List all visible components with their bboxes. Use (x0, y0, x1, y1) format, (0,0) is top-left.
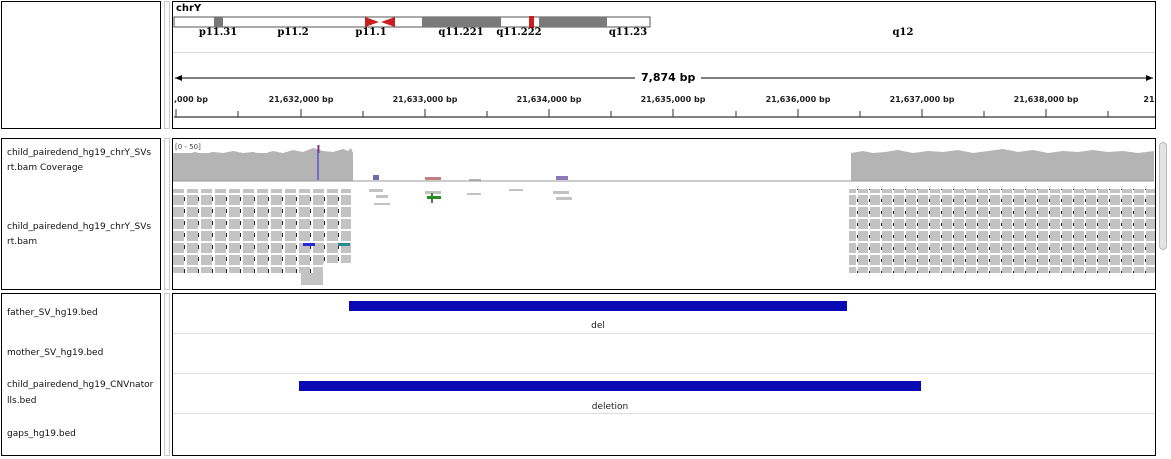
band-label: p11.31 (198, 27, 238, 38)
header-name-panel (1, 1, 161, 129)
header-gutter (164, 1, 170, 129)
feature-track-name[interactable]: gaps_hg19.bed (7, 428, 76, 441)
alignment-name-panel: child_pairedend_hg19_chrY_SVs rt.bam Cov… (1, 138, 161, 290)
ruler-tick-label: 21,634,000 bp (516, 95, 582, 104)
ruler-tick-label: 21,635,000 bp (640, 95, 706, 104)
ruler-tick-label: 21,633,000 bp (392, 95, 458, 104)
alignment-track-name-line2[interactable]: rt.bam (7, 236, 37, 249)
band-label: p11.2 (277, 27, 309, 38)
ruler-tick-label: 21,638,000 bp (1013, 95, 1079, 104)
header-data-panel[interactable]: chrY p11.31 p11.2 p11.1 q11.221 q11.222 … (172, 1, 1156, 129)
father-sv-feature-label: del (591, 321, 605, 331)
ruler-tick-label: 21,636,000 bp (765, 95, 831, 104)
feature-track-name[interactable]: mother_SV_hg19.bed (7, 347, 103, 360)
ruler-tick-label: 21 (1143, 95, 1155, 104)
ruler-tick-label: 21,637,000 bp (889, 95, 955, 104)
ruler-tick-label: 21,632,000 bp (268, 95, 334, 104)
feature-track-name-line2[interactable]: lls.bed (7, 395, 37, 408)
cnvnator-feature[interactable] (299, 381, 921, 391)
feature-name-panel: father_SV_hg19.bed mother_SV_hg19.bed ch… (1, 293, 161, 456)
span-label: 7,874 bp (635, 71, 702, 84)
feature-row-divider (173, 413, 1155, 414)
feature-row-divider (173, 373, 1155, 374)
father-sv-feature[interactable] (349, 301, 847, 311)
chromosome-ideogram[interactable] (173, 16, 1156, 30)
band-label: q11.222 (496, 27, 542, 38)
cnvnator-feature-label: deletion (591, 402, 629, 412)
feature-track-name[interactable]: father_SV_hg19.bed (7, 307, 98, 320)
feature-data-panel[interactable]: del deletion (172, 293, 1156, 456)
coverage-track[interactable] (173, 139, 1156, 183)
ruler-ticks (174, 109, 1155, 118)
alignment-scrollbar[interactable] (1159, 142, 1167, 250)
alignment-data-panel[interactable]: [0 - 50] (172, 138, 1156, 290)
coverage-track-name-line2[interactable]: rt.bam Coverage (7, 162, 83, 175)
alignment-reads[interactable] (173, 183, 1156, 289)
ruler-tick-label: ,000 bp (174, 95, 208, 104)
band-label: q11.221 (438, 27, 484, 38)
chromosome-name: chrY (176, 3, 202, 14)
feature-gutter (164, 293, 170, 456)
alignment-gutter (164, 138, 170, 290)
coverage-track-name-line1[interactable]: child_pairedend_hg19_chrY_SVs (7, 147, 151, 160)
feature-track-name[interactable]: child_pairedend_hg19_CNVnator (7, 379, 153, 392)
band-label: q12 (892, 27, 914, 38)
band-label: p11.1 (355, 27, 387, 38)
alignment-track-name-line1[interactable]: child_pairedend_hg19_chrY_SVs (7, 221, 151, 234)
ideogram-divider (173, 52, 1155, 53)
feature-row-divider (173, 333, 1155, 334)
band-label: q11.23 (608, 27, 648, 38)
